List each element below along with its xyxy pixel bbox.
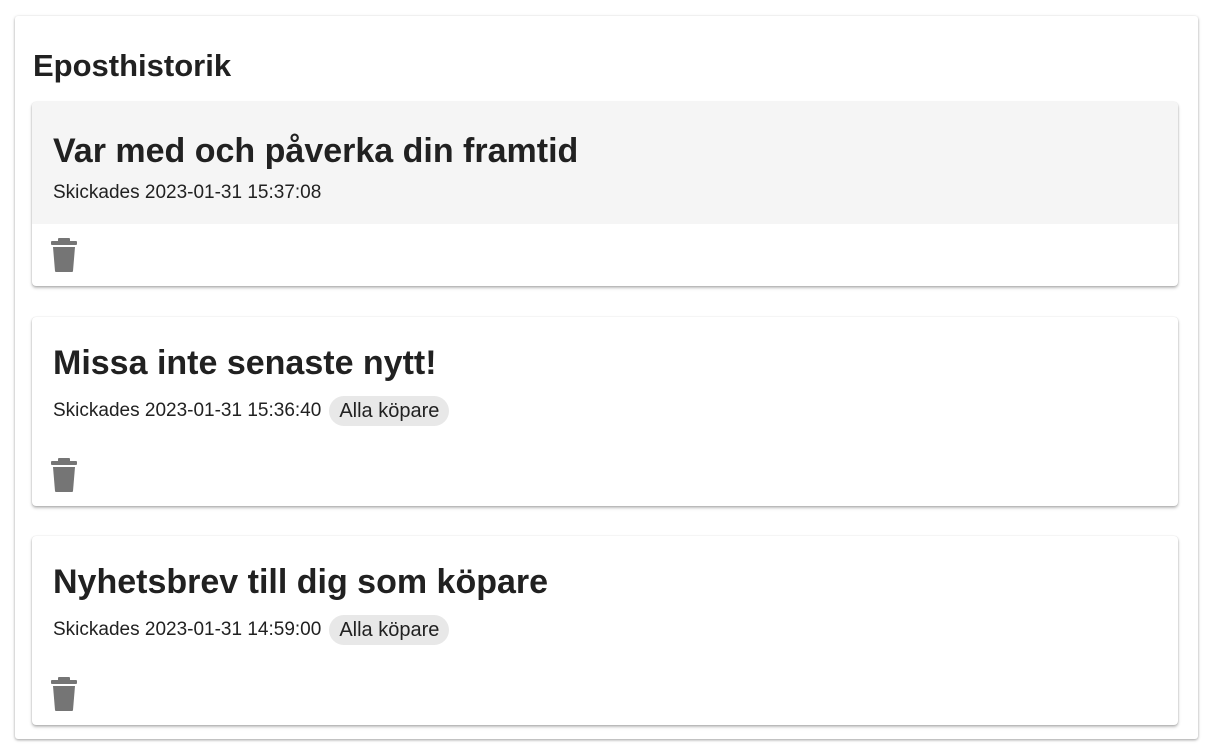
- delete-button[interactable]: [49, 237, 79, 273]
- email-subject: Nyhetsbrev till dig som köpare: [53, 563, 549, 601]
- email-card[interactable]: Var med och påverka din framtid Skickade…: [32, 102, 1178, 286]
- trash-icon: [51, 677, 77, 711]
- email-card[interactable]: Nyhetsbrev till dig som köpare Skickades…: [32, 536, 1178, 725]
- delete-button[interactable]: [49, 457, 79, 493]
- panel-title: Eposthistorik: [33, 48, 232, 83]
- email-meta: Skickades 2023-01-31 15:36:40 Alla köpar…: [53, 396, 450, 426]
- audience-chip: Alla köpare: [329, 615, 450, 645]
- trash-icon: [51, 458, 77, 492]
- sent-timestamp: Skickades 2023-01-31 14:59:00: [53, 619, 322, 640]
- audience-chip: Alla köpare: [329, 396, 450, 426]
- email-meta: Skickades 2023-01-31 14:59:00 Alla köpar…: [53, 615, 450, 645]
- email-history-panel: Eposthistorik Var med och påverka din fr…: [15, 16, 1198, 739]
- delete-button[interactable]: [49, 676, 79, 712]
- email-card-header[interactable]: Var med och påverka din framtid Skickade…: [32, 102, 1178, 224]
- email-subject: Var med och påverka din framtid: [53, 132, 579, 170]
- sent-timestamp: Skickades 2023-01-31 15:37:08: [53, 182, 322, 203]
- sent-timestamp: Skickades 2023-01-31 15:36:40: [53, 400, 322, 421]
- email-meta: Skickades 2023-01-31 15:37:08: [53, 181, 321, 205]
- email-subject: Missa inte senaste nytt!: [53, 344, 437, 382]
- email-card[interactable]: Missa inte senaste nytt! Skickades 2023-…: [32, 317, 1178, 506]
- trash-icon: [51, 238, 77, 272]
